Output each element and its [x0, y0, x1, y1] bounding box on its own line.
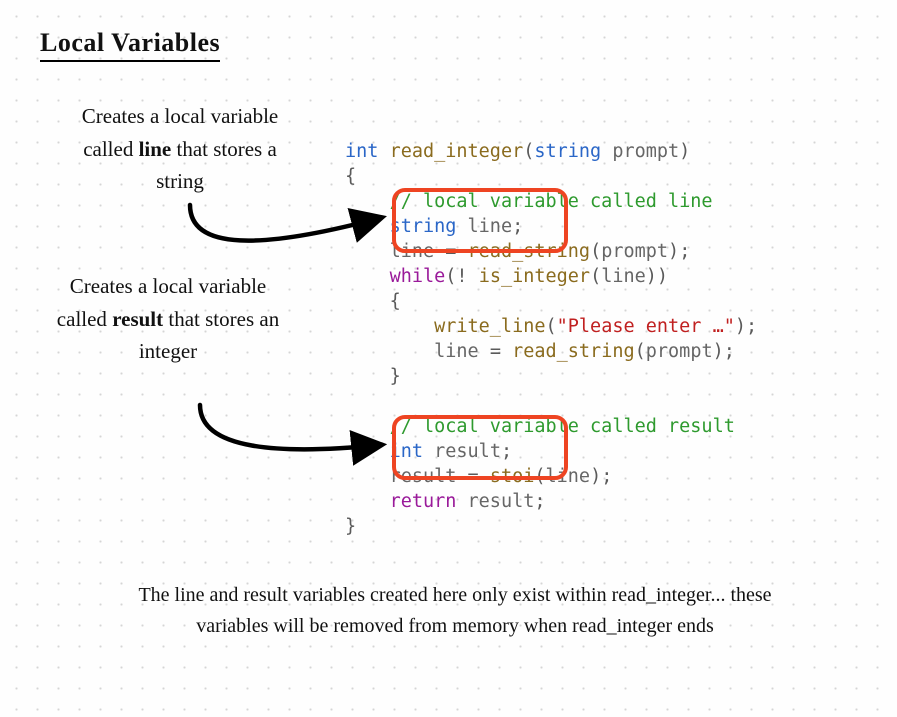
- code-token: (: [534, 466, 545, 487]
- code-token: line: [546, 466, 591, 487]
- code-token: return: [390, 491, 457, 512]
- page-title: Local Variables: [40, 28, 220, 62]
- code-token: while: [390, 266, 446, 287]
- code-block: int read_integer(string prompt) { // loc…: [345, 140, 757, 540]
- code-token: write_line: [434, 316, 545, 337]
- code-token: (: [546, 316, 557, 337]
- code-token: =: [468, 466, 479, 487]
- code-token: }: [345, 516, 356, 537]
- code-token: ): [713, 341, 724, 362]
- code-token: ): [657, 266, 668, 287]
- code-token: "Please enter …": [557, 316, 735, 337]
- code-token: int: [390, 441, 423, 462]
- code-token: !: [456, 266, 467, 287]
- code-comment: // local variable called result: [390, 416, 735, 437]
- code-token: (: [590, 241, 601, 262]
- code-token: result: [390, 466, 457, 487]
- code-comment: // local variable called line: [390, 191, 713, 212]
- code-token: result: [434, 441, 501, 462]
- code-token: ;: [679, 241, 690, 262]
- code-token: (: [523, 141, 534, 162]
- code-token: =: [490, 341, 501, 362]
- code-token: (: [445, 266, 456, 287]
- code-token: {: [345, 166, 356, 187]
- code-token: int: [345, 141, 378, 162]
- code-token: line: [601, 266, 646, 287]
- code-token: (: [590, 266, 601, 287]
- annotation-result: Creates a local variable called result t…: [48, 270, 288, 368]
- annotation-line: Creates a local variable called line tha…: [60, 100, 300, 198]
- code-token: ;: [601, 466, 612, 487]
- code-token: is_integer: [479, 266, 590, 287]
- code-token: read_string: [512, 341, 635, 362]
- code-token: line: [390, 241, 435, 262]
- code-token: read_string: [468, 241, 591, 262]
- code-token: prompt: [646, 341, 713, 362]
- code-token: {: [390, 291, 401, 312]
- code-token: result: [468, 491, 535, 512]
- code-token: ): [679, 141, 690, 162]
- code-token: ): [735, 316, 746, 337]
- code-token: line: [468, 216, 513, 237]
- footer-annotation: The line and result variables created he…: [120, 580, 790, 642]
- annotation-keyword: result: [112, 307, 163, 331]
- code-token: prompt: [612, 141, 679, 162]
- code-token: ;: [746, 316, 757, 337]
- code-token: ): [646, 266, 657, 287]
- code-token: }: [390, 366, 401, 387]
- code-token: ): [590, 466, 601, 487]
- code-token: ;: [512, 216, 523, 237]
- code-token: stoi: [490, 466, 535, 487]
- code-token: string: [534, 141, 601, 162]
- code-token: ;: [501, 441, 512, 462]
- code-token: prompt: [601, 241, 668, 262]
- code-token: read_integer: [390, 141, 524, 162]
- code-token: line: [434, 341, 479, 362]
- code-token: string: [390, 216, 457, 237]
- code-token: ;: [534, 491, 545, 512]
- code-token: =: [445, 241, 456, 262]
- code-token: ): [668, 241, 679, 262]
- annotation-keyword: line: [139, 137, 172, 161]
- code-token: ;: [724, 341, 735, 362]
- annotation-text: that stores a string: [156, 137, 277, 194]
- code-token: (: [635, 341, 646, 362]
